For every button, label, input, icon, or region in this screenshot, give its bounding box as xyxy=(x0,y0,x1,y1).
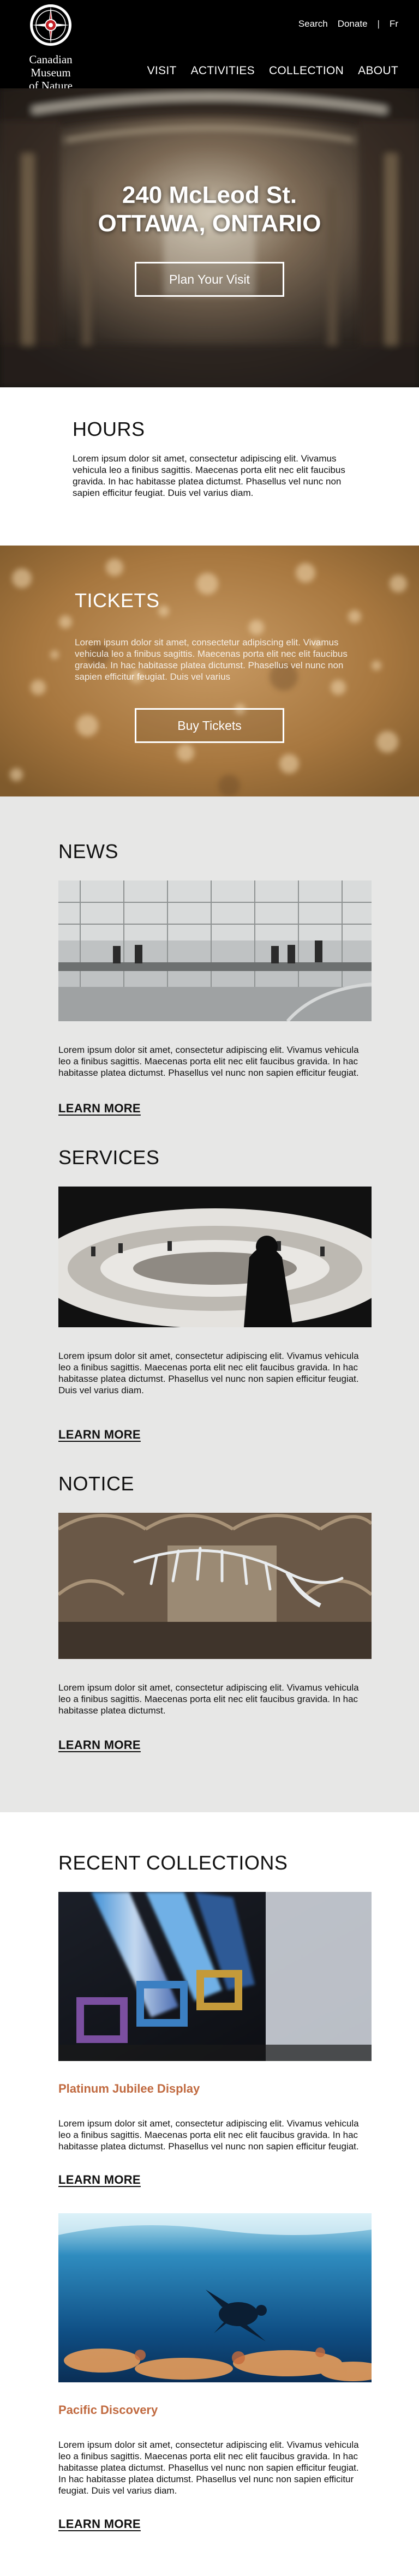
notice-learn-more-link[interactable]: LEARN MORE xyxy=(58,1738,141,1752)
tickets-text: Lorem ipsum dolor sit amet, consectetur … xyxy=(75,637,348,682)
collection-text: Lorem ipsum dolor sit amet, consectetur … xyxy=(58,2440,359,2496)
collections-section: RECENT COLLECTIONS Platinum Jubilee Disp… xyxy=(0,1812,419,2571)
address-city: OTTAWA, ONTARIO xyxy=(98,210,321,237)
notice-heading: NOTICE xyxy=(58,1472,135,1495)
nav-item-about[interactable]: ABOUT xyxy=(358,64,398,77)
tickets-section: TICKETS Lorem ipsum dolor sit amet, cons… xyxy=(0,546,419,796)
address-street: 240 McLeod St. xyxy=(122,182,297,208)
notice-photo xyxy=(58,1513,372,1659)
news-learn-more-link[interactable]: LEARN MORE xyxy=(58,1101,141,1116)
compass-logo-icon xyxy=(30,4,71,46)
collection-text: Lorem ipsum dolor sit amet, consectetur … xyxy=(58,2118,359,2152)
logo-line-1: Canadian Museum xyxy=(29,53,73,79)
news-photo xyxy=(58,880,372,1021)
nav-item-visit[interactable]: VISIT xyxy=(147,64,177,77)
collection-card: Pacific Discovery Lorem ipsum dolor sit … xyxy=(58,2213,419,2531)
collection-learn-more-link[interactable]: LEARN MORE xyxy=(58,2517,141,2531)
donate-link[interactable]: Donate xyxy=(338,19,368,29)
nav-item-activities[interactable]: ACTIVITIES xyxy=(191,64,255,77)
collection-card: Platinum Jubilee Display Lorem ipsum dol… xyxy=(58,1892,419,2187)
language-toggle-link[interactable]: Fr xyxy=(390,19,398,29)
notice-text: Lorem ipsum dolor sit amet, consectetur … xyxy=(58,1682,359,1716)
nav-separator: | xyxy=(377,19,380,29)
feeds-section: NEWS Lorem ipsum dolor sit amet, consect… xyxy=(0,796,419,1812)
hero-address: 240 McLeod St. OTTAWA, ONTARIO xyxy=(0,181,419,238)
collections-heading: RECENT COLLECTIONS xyxy=(58,1852,288,1874)
buy-tickets-button[interactable]: Buy Tickets xyxy=(135,708,284,743)
nav-item-collection[interactable]: COLLECTION xyxy=(269,64,344,77)
news-card: NEWS Lorem ipsum dolor sit amet, consect… xyxy=(0,840,419,1116)
logo-wordmark: Canadian Museum of Nature xyxy=(10,53,92,92)
notice-card: NOTICE Lorem ipsum dolor sit amet, conse… xyxy=(0,1472,419,1752)
tickets-heading: TICKETS xyxy=(75,589,160,612)
collection-learn-more-link[interactable]: LEARN MORE xyxy=(58,2173,141,2187)
services-photo xyxy=(58,1187,372,1327)
sea-turtle-photo xyxy=(58,2213,372,2382)
services-heading: SERVICES xyxy=(58,1146,160,1169)
search-link[interactable]: Search xyxy=(298,19,328,29)
news-heading: NEWS xyxy=(58,840,118,862)
utility-nav: Search Donate | Fr xyxy=(298,19,398,29)
museum-logo[interactable]: Canadian Museum of Nature xyxy=(10,3,92,92)
hours-heading: HOURS xyxy=(73,418,145,440)
services-learn-more-link[interactable]: LEARN MORE xyxy=(58,1428,141,1442)
hours-section: HOURS Lorem ipsum dolor sit amet, consec… xyxy=(0,387,419,546)
site-header: Canadian Museum of Nature Search Donate … xyxy=(0,0,419,92)
hours-text: Lorem ipsum dolor sit amet, consectetur … xyxy=(73,453,345,498)
services-text: Lorem ipsum dolor sit amet, consectetur … xyxy=(58,1351,359,1395)
news-text: Lorem ipsum dolor sit amet, consectetur … xyxy=(58,1045,359,1078)
services-card: SERVICES Lorem ipsum dolor sit amet, con… xyxy=(0,1146,419,1442)
collection-title[interactable]: Pacific Discovery xyxy=(58,2403,419,2417)
collection-title[interactable]: Platinum Jubilee Display xyxy=(58,2082,419,2096)
main-nav: VISIT ACTIVITIES COLLECTION ABOUT xyxy=(147,64,398,77)
hero-banner: 240 McLeod St. OTTAWA, ONTARIO Plan Your… xyxy=(0,88,419,387)
museum-hall-photo xyxy=(0,88,419,387)
plan-visit-button[interactable]: Plan Your Visit xyxy=(135,262,284,297)
crystal-photo xyxy=(58,1892,372,2061)
